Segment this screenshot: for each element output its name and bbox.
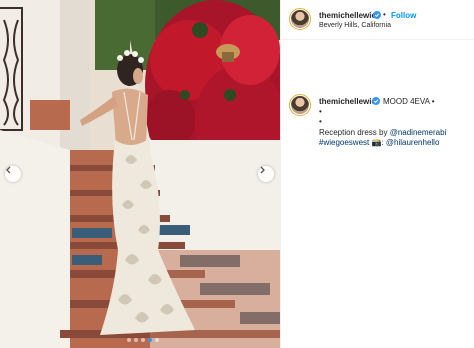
post-caption: themichellewie MOOD 4EVA • • • Reception… <box>281 40 474 160</box>
caption-prefix: Reception dress by <box>319 128 390 137</box>
location-link[interactable]: Beverly Hills, California <box>319 22 391 29</box>
avatar[interactable] <box>289 8 311 30</box>
username-link[interactable]: themichellewie <box>319 11 376 20</box>
chevron-left-icon <box>6 166 11 174</box>
verified-badge-icon <box>372 97 380 105</box>
next-slide-button[interactable] <box>258 166 274 182</box>
carousel-dot <box>127 338 131 342</box>
caption-line-tags: #wiegoeswest 📸: @hilaurenhello <box>319 138 439 147</box>
hashtag-link-wiegoeswest[interactable]: #wiegoeswest <box>319 138 369 147</box>
follow-button[interactable]: Follow <box>391 11 416 20</box>
mention-link-nadinemerabi[interactable]: @nadinemerabi <box>390 128 447 137</box>
camera-emoji: 📸 <box>371 138 382 147</box>
post-sidebar: themichellewie • Follow Beverly Hills, C… <box>280 0 474 348</box>
caption-avatar[interactable] <box>289 94 311 116</box>
verified-badge-icon <box>373 11 381 19</box>
post-photo <box>0 0 280 348</box>
carousel-dot-active <box>148 338 152 342</box>
caption-text: MOOD 4EVA • <box>383 97 435 106</box>
post-header: themichellewie • Follow Beverly Hills, C… <box>281 0 474 40</box>
separator-dot: • <box>383 10 386 19</box>
mention-link-hilaurenhello[interactable]: @hilaurenhello <box>386 138 440 147</box>
caption-bullet: • <box>319 117 322 126</box>
carousel-dot <box>134 338 138 342</box>
previous-slide-button[interactable] <box>5 166 21 182</box>
carousel-dot <box>155 338 159 342</box>
carousel-dot <box>141 338 145 342</box>
caption-bullet: • <box>319 107 322 116</box>
photo-scene <box>0 0 280 348</box>
caption-username-link[interactable]: themichellewie <box>319 97 376 106</box>
caption-line-credit: Reception dress by @nadinemerabi <box>319 128 446 137</box>
carousel-indicator <box>127 338 159 342</box>
chevron-right-icon <box>260 166 265 174</box>
